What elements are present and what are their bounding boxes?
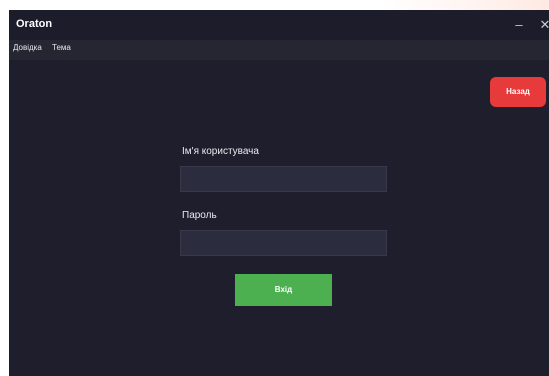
minimize-icon[interactable]: – bbox=[510, 16, 528, 34]
username-label: Ім'я користувача bbox=[182, 146, 259, 157]
close-icon[interactable]: ✕ bbox=[536, 16, 549, 34]
login-button[interactable]: Вхід bbox=[235, 274, 332, 306]
password-input[interactable] bbox=[180, 230, 387, 256]
password-label: Пароль bbox=[182, 210, 217, 221]
menu-item-theme[interactable]: Тема bbox=[52, 43, 71, 52]
back-button[interactable]: Назад bbox=[490, 77, 546, 107]
menu-bar: Довідка Тема bbox=[9, 40, 549, 60]
title-bar: Oraton – ✕ bbox=[9, 10, 549, 40]
menu-item-help[interactable]: Довідка bbox=[13, 43, 42, 52]
app-title: Oraton bbox=[16, 18, 53, 30]
app-window: Oraton – ✕ Довідка Тема Назад Ім'я корис… bbox=[9, 10, 549, 376]
username-input[interactable] bbox=[180, 166, 387, 192]
